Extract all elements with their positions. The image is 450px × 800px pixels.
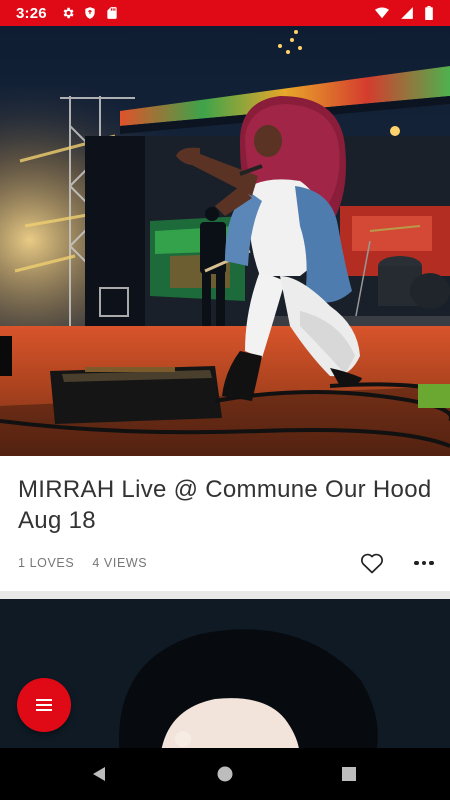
more-options-button[interactable] [410, 552, 438, 574]
post-card[interactable] [0, 599, 450, 748]
navigation-bar [0, 748, 450, 800]
back-icon [93, 767, 105, 781]
loves-count: 1 LOVES [18, 556, 75, 570]
post-stats: 1 LOVES 4 VIEWS [18, 556, 147, 570]
post-title[interactable]: MIRRAH Live @ Commune Our Hood Aug 18 [18, 474, 438, 536]
menu-fab-button[interactable] [17, 678, 71, 732]
post-card[interactable]: MIRRAH Live @ Commune Our Hood Aug 18 1 … [0, 26, 450, 591]
home-button[interactable] [195, 748, 255, 800]
shield-icon [85, 7, 95, 19]
recents-button[interactable] [319, 748, 379, 800]
wifi-icon [375, 7, 389, 19]
concert-photo [0, 26, 450, 456]
love-button[interactable] [360, 552, 384, 574]
heart-outline-icon [361, 553, 383, 574]
menu-icon [36, 699, 52, 711]
views-count: 4 VIEWS [92, 556, 148, 570]
post-image[interactable] [0, 599, 450, 748]
home-icon [217, 766, 233, 782]
signal-icon [401, 7, 413, 19]
sd-card-icon [107, 7, 117, 19]
battery-icon [425, 6, 433, 20]
post-feed[interactable]: MIRRAH Live @ Commune Our Hood Aug 18 1 … [0, 26, 450, 748]
status-bar: 3:26 [0, 0, 450, 26]
back-button[interactable] [69, 748, 129, 800]
gear-icon [63, 7, 74, 19]
post-image[interactable] [0, 26, 450, 456]
more-horizontal-icon [414, 560, 434, 566]
recents-icon [342, 767, 356, 781]
status-time: 3:26 [16, 4, 47, 22]
post-card-body: MIRRAH Live @ Commune Our Hood Aug 18 1 … [0, 456, 450, 591]
